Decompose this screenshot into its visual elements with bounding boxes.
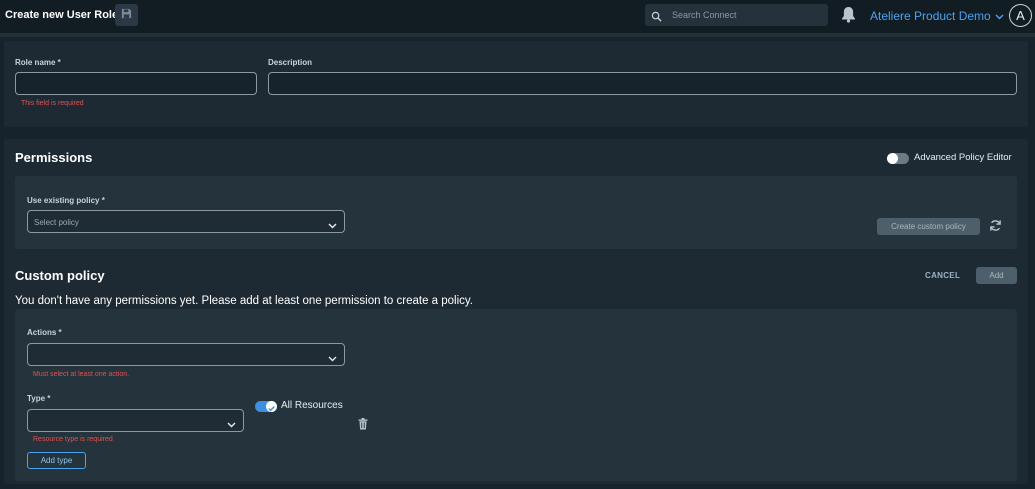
existing-policy-label: Use existing policy *: [27, 196, 105, 205]
chevron-down-icon: [328, 217, 337, 235]
avatar[interactable]: A: [1009, 4, 1032, 27]
add-type-button[interactable]: Add type: [27, 452, 86, 469]
cancel-button[interactable]: CANCEL: [925, 271, 960, 280]
type-error: Resource type is required: [33, 436, 113, 443]
search-input[interactable]: Search Connect: [645, 4, 828, 26]
policy-select[interactable]: Select policy: [27, 210, 345, 233]
role-name-error: This field is required: [21, 100, 84, 107]
permissions-panel: Permissions Advanced Policy Editor Use e…: [4, 139, 1028, 484]
role-details-panel: Role name * This field is required Descr…: [4, 41, 1028, 127]
role-name-input[interactable]: [15, 72, 257, 95]
save-button[interactable]: [115, 4, 138, 26]
empty-permissions-message: You don't have any permissions yet. Plea…: [15, 295, 473, 307]
policy-select-placeholder: Select policy: [34, 218, 79, 227]
actions-error: Must select at least one action.: [33, 371, 130, 378]
description-input[interactable]: [268, 72, 1017, 95]
custom-policy-editor: Actions * Must select at least one actio…: [15, 309, 1017, 481]
advanced-policy-editor-toggle[interactable]: Advanced Policy Editor: [887, 152, 1022, 165]
all-resources-toggle[interactable]: All Resources: [255, 400, 355, 413]
toggle-knob: [266, 401, 277, 412]
header-divider: [0, 33, 1035, 37]
type-select[interactable]: [27, 409, 244, 432]
save-icon: [121, 6, 132, 24]
bell-icon[interactable]: [841, 6, 856, 28]
page-title: Create new User Role: [5, 9, 119, 21]
trash-icon[interactable]: [358, 417, 368, 435]
role-name-label: Role name *: [15, 58, 61, 67]
custom-policy-title: Custom policy: [15, 268, 105, 283]
type-label: Type *: [27, 394, 51, 403]
top-bar: Create new User Role Search Connect Atel…: [0, 0, 1035, 33]
create-custom-policy-button[interactable]: Create custom policy: [877, 218, 980, 235]
search-placeholder: Search Connect: [672, 10, 737, 20]
refresh-icon[interactable]: [989, 219, 1002, 237]
chevron-down-icon: [227, 416, 236, 434]
advanced-policy-editor-label: Advanced Policy Editor: [914, 152, 1012, 163]
check-icon: [268, 406, 275, 412]
chevron-down-icon: [995, 9, 1004, 23]
actions-select[interactable]: [27, 343, 345, 366]
org-name: Ateliere Product Demo: [870, 9, 991, 23]
search-icon: [651, 9, 662, 27]
add-button[interactable]: Add: [976, 267, 1017, 284]
chevron-down-icon: [328, 350, 337, 368]
all-resources-label: All Resources: [281, 400, 343, 411]
actions-label: Actions *: [27, 328, 62, 337]
existing-policy-block: Use existing policy * Select policy Crea…: [15, 176, 1017, 249]
org-switcher[interactable]: Ateliere Product Demo: [870, 9, 1004, 23]
toggle-knob: [887, 153, 898, 164]
permissions-title: Permissions: [15, 150, 93, 165]
description-label: Description: [268, 58, 313, 67]
